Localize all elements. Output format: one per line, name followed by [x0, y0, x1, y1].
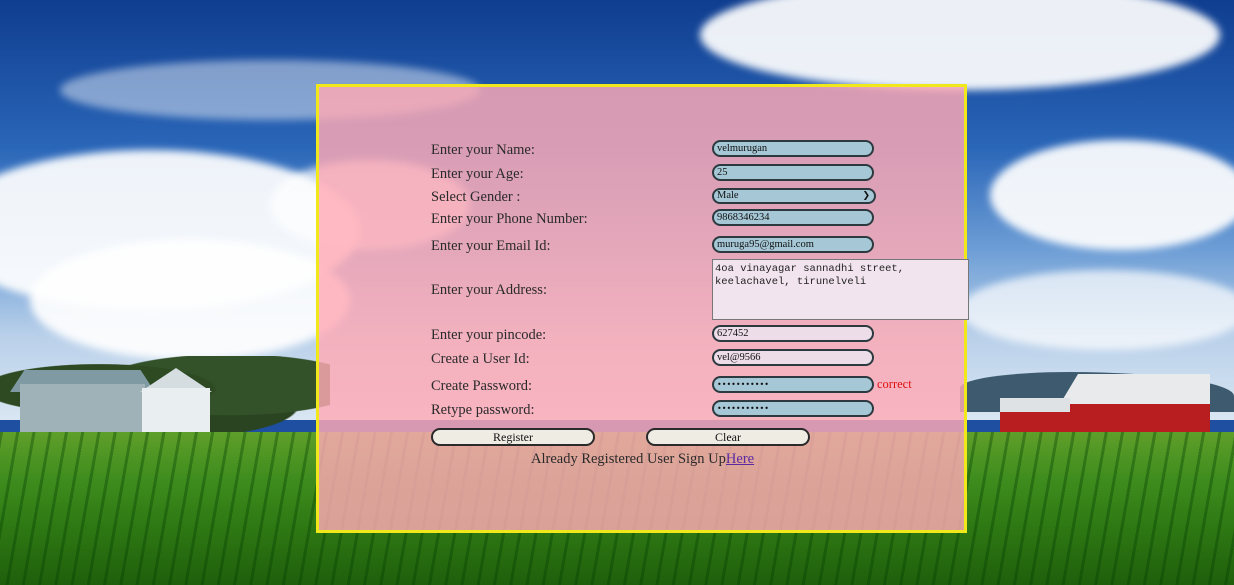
retype-password-field[interactable]: •••••••••••	[712, 400, 874, 417]
address-line-2: keelachavel, tirunelveli	[715, 276, 867, 288]
password-field[interactable]: •••••••••••	[712, 376, 874, 393]
userid-label: Create a User Id:	[431, 351, 530, 367]
cloud	[960, 270, 1234, 350]
cloud	[990, 140, 1234, 250]
clear-button[interactable]: Clear	[646, 428, 810, 446]
address-textarea[interactable]: 4oa vinayagar sannadhi street, keelachav…	[712, 259, 969, 320]
name-field[interactable]: velmurugan	[712, 140, 874, 157]
barn	[20, 384, 145, 436]
phone-field[interactable]: 9868346234	[712, 209, 874, 226]
gender-label: Select Gender :	[431, 189, 521, 205]
red-barn-roof	[1060, 374, 1210, 404]
email-field[interactable]: muruga95@gmail.com	[712, 236, 874, 253]
registration-panel: Enter your Name: velmurugan Enter your A…	[316, 84, 969, 533]
gender-select-value: Male	[717, 190, 739, 201]
email-label: Enter your Email Id:	[431, 238, 551, 254]
sign-up-text: Already Registered User Sign Up	[531, 451, 726, 467]
userid-field[interactable]: vel@9566	[712, 349, 874, 366]
address-label: Enter your Address:	[431, 282, 547, 298]
password-label: Create Password:	[431, 378, 533, 394]
sign-up-prompt: Already Registered User Sign UpHere	[531, 451, 754, 468]
phone-label: Enter your Phone Number:	[431, 211, 588, 227]
shed-roof	[1000, 398, 1070, 412]
register-button[interactable]: Register	[431, 428, 595, 446]
retype-label: Retype password:	[431, 402, 535, 418]
gender-select[interactable]: Male ❯	[712, 188, 876, 204]
age-label: Enter your Age:	[431, 166, 524, 182]
cloud	[30, 240, 350, 360]
sign-up-link[interactable]: Here	[726, 451, 754, 467]
name-label: Enter your Name:	[431, 142, 535, 158]
silo	[142, 388, 210, 438]
registration-form: Enter your Name: velmurugan Enter your A…	[431, 87, 969, 530]
password-status: correct	[877, 377, 912, 391]
pincode-field[interactable]: 627452	[712, 325, 874, 342]
chevron-down-icon: ❯	[862, 191, 870, 201]
address-line-1: 4oa vinayagar sannadhi street,	[715, 263, 905, 275]
pincode-label: Enter your pincode:	[431, 327, 547, 343]
age-field[interactable]: 25	[712, 164, 874, 181]
